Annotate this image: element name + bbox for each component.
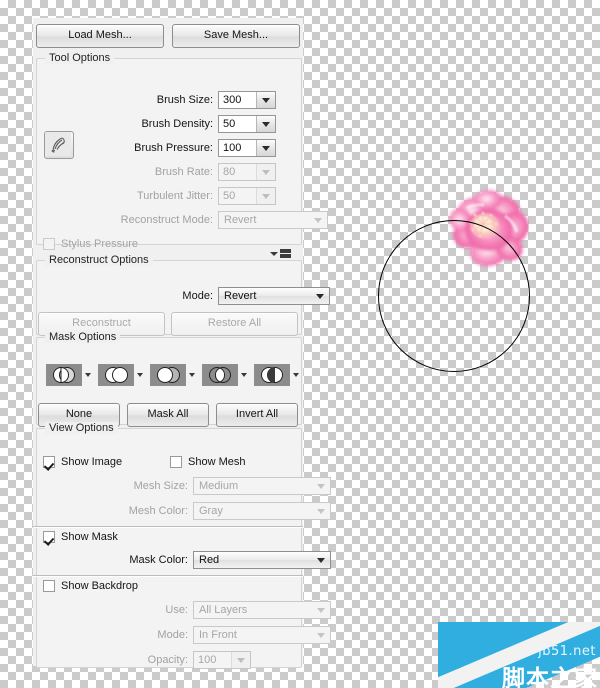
brush-rate-row: Brush Rate: 80 [129,163,276,181]
brush-size-value[interactable]: 300 [219,92,256,108]
brush-pressure-row: Brush Pressure: 100 [129,139,276,157]
backdrop-mode-select: In Front [193,626,331,644]
brush-rate-combo: 80 [218,163,276,181]
divider-highlight-2 [33,576,303,577]
mask-color-row: Mask Color: Red [113,551,331,569]
reconstruct-mode-row: Reconstruct Mode: Revert [88,211,328,229]
show-image-label: Show Image [61,456,123,468]
brush-rate-value: 80 [219,164,256,180]
backdrop-mode-label: Mode: [157,629,188,641]
mask-color-label: Mask Color: [129,554,188,566]
brush-rate-dropdown-arrow [256,164,275,180]
show-mask-label: Show Mask [61,531,118,543]
liquify-options-panel: Load Mesh... Save Mesh... Tool Options B… [33,18,331,669]
mesh-color-row: Mesh Color: Gray [113,502,331,520]
stylus-pressure-label: Stylus Pressure [61,238,139,250]
mask-color-value: Red [199,554,220,566]
watermark-name: 脚本之家 [502,666,598,688]
brush-density-combo[interactable]: 50 [218,115,276,133]
reconstruct-options-title: Reconstruct Options [45,254,153,266]
brush-cursor-circle [378,220,530,372]
brush-density-label: Brush Density: [141,118,213,130]
backdrop-opacity-dropdown-arrow [231,652,250,668]
show-image-checkbox[interactable] [43,456,55,468]
brush-size-combo[interactable]: 300 [218,91,276,109]
mask-add-to-selection-icon[interactable] [98,364,143,386]
mesh-size-select: Medium [193,477,331,495]
watermark: jb51.net 脚本之家 [438,622,600,688]
show-backdrop-checkbox[interactable] [43,580,55,592]
watermark-site: jb51.net [538,644,596,659]
mask-color-select[interactable]: Red [193,551,331,569]
reconstruct-mode-label: Reconstruct Mode: [120,214,213,226]
turbulent-jitter-row: Turbulent Jitter: 50 [129,187,276,205]
stylus-pressure-row[interactable]: Stylus Pressure [43,238,138,250]
mesh-color-value: Gray [199,505,223,517]
mesh-color-label: Mesh Color: [128,505,188,517]
show-mesh-checkbox[interactable] [170,456,182,468]
restore-all-button[interactable]: Restore All [171,312,298,336]
mask-invert-all-button[interactable]: Invert All [216,403,298,427]
show-mesh-row[interactable]: Show Mesh [170,456,245,468]
turbulent-jitter-label: Turbulent Jitter: [136,190,213,202]
backdrop-opacity-label: Opacity: [147,654,188,666]
reconstruct-mode-dropdown-value: Revert [224,290,257,302]
mesh-size-value: Medium [199,480,239,492]
reconstruct-mode-select-row: Mode: Revert [175,287,330,305]
brush-size-dropdown-arrow[interactable] [256,92,275,108]
backdrop-use-select: All Layers [193,601,331,619]
forward-warp-tool-icon[interactable] [44,131,74,159]
backdrop-use-value: All Layers [199,604,248,616]
show-image-row[interactable]: Show Image [43,456,122,468]
turbulent-jitter-combo: 50 [218,187,276,205]
mask-subtract-from-selection-icon[interactable] [150,364,195,386]
brush-density-dropdown-arrow[interactable] [256,116,275,132]
reconstruct-mode-value: Revert [224,214,257,226]
brush-pressure-dropdown-arrow[interactable] [256,140,275,156]
mesh-color-select: Gray [193,502,331,520]
panel-menu-icon[interactable] [270,249,291,258]
mesh-buttons-row: Load Mesh... Save Mesh... [36,24,300,48]
mask-intersect-with-selection-icon[interactable] [202,364,247,386]
show-backdrop-row[interactable]: Show Backdrop [43,580,138,592]
brush-size-row: Brush Size: 300 [129,91,276,109]
brush-density-value[interactable]: 50 [219,116,256,132]
turbulent-jitter-value: 50 [219,188,256,204]
backdrop-opacity-row: Opacity: 100 [113,651,251,669]
mesh-size-row: Mesh Size: Medium [113,477,331,495]
show-mesh-label: Show Mesh [188,456,246,468]
mask-replace-selection-icon[interactable] [46,364,91,386]
brush-density-row: Brush Density: 50 [129,115,276,133]
turbulent-jitter-dropdown-arrow [256,188,275,204]
mask-all-button[interactable]: Mask All [127,403,209,427]
brush-pressure-label: Brush Pressure: [134,142,213,154]
backdrop-opacity-combo: 100 [193,651,251,669]
backdrop-use-row: Use: All Layers [113,601,331,619]
brush-pressure-value[interactable]: 100 [219,140,256,156]
brush-size-label: Brush Size: [156,94,213,106]
show-mask-row[interactable]: Show Mask [43,531,118,543]
backdrop-mode-value: In Front [199,629,237,641]
mask-mode-icons [46,364,306,386]
show-mask-checkbox[interactable] [43,531,55,543]
load-mesh-button[interactable]: Load Mesh... [36,24,164,48]
backdrop-use-label: Use: [165,604,188,616]
mask-invert-selection-icon[interactable] [254,364,299,386]
brush-rate-label: Brush Rate: [154,166,213,178]
divider-highlight-1 [33,527,303,528]
backdrop-mode-row: Mode: In Front [113,626,331,644]
mask-options-title: Mask Options [45,331,121,343]
mesh-size-label: Mesh Size: [133,480,188,492]
backdrop-opacity-value: 100 [194,652,231,668]
stylus-pressure-checkbox[interactable] [43,238,55,250]
tool-options-title: Tool Options [45,52,115,64]
reconstruct-mode-dropdown[interactable]: Revert [218,287,330,305]
view-options-title: View Options [45,422,118,434]
save-mesh-button[interactable]: Save Mesh... [172,24,300,48]
brush-pressure-combo[interactable]: 100 [218,139,276,157]
show-backdrop-label: Show Backdrop [61,580,139,592]
reconstruct-mode-select-label: Mode: [182,290,213,302]
reconstruct-mode-select: Revert [218,211,328,229]
